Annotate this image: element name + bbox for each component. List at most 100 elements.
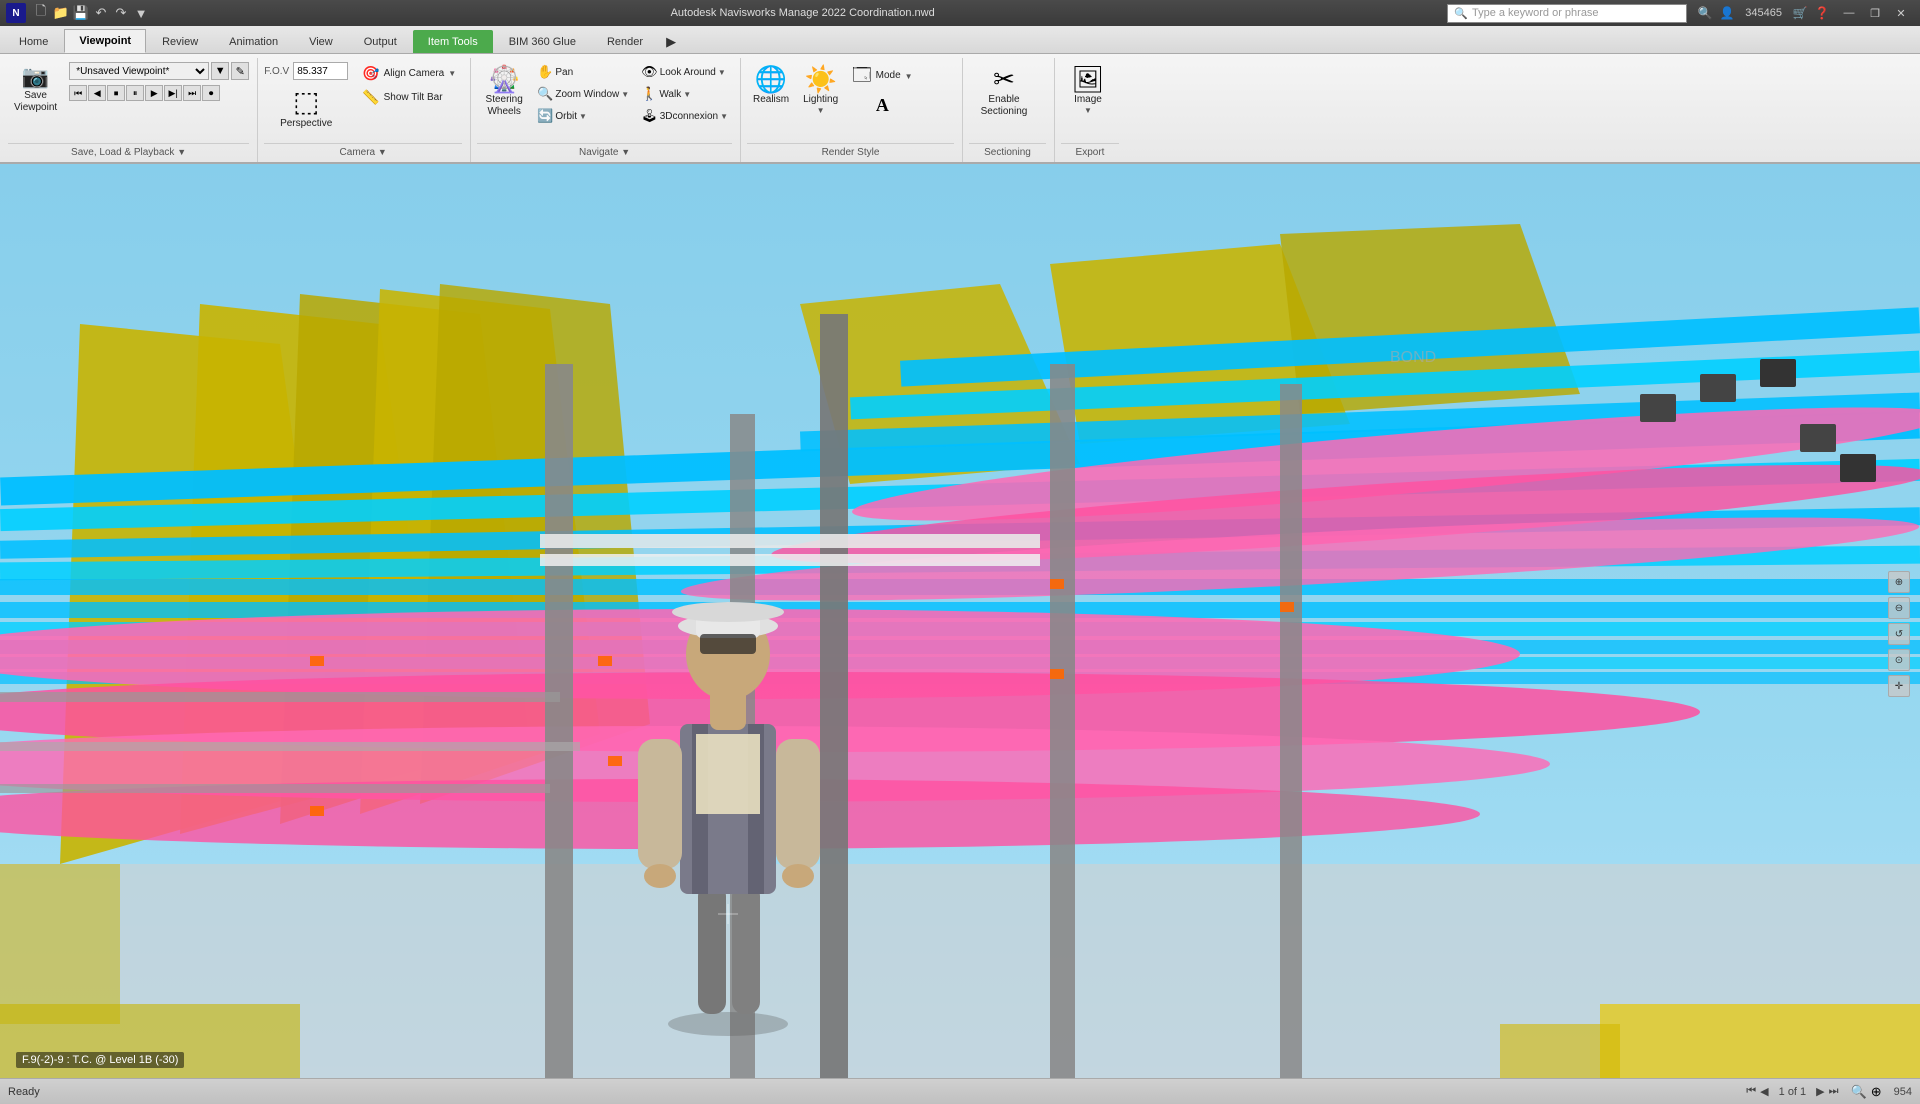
zoom-out-btn[interactable]: 🔍 — [1851, 1084, 1867, 1100]
tilt-bar-label: Show Tilt Bar — [384, 92, 443, 103]
quick-access-toolbar: 🗋 📁 💾 ↶ ↷ ▼ — [32, 4, 150, 22]
playback-controls: ⏮ ◀ ⏹ ⏸ ▶ ▶| ⏭ ⏺ — [69, 85, 249, 101]
section-label-camera: Camera ▼ — [264, 143, 462, 160]
pb-record[interactable]: ⏺ — [202, 85, 220, 101]
tab-extra[interactable]: ▶ — [659, 30, 683, 53]
view-zoom-out-btn[interactable]: ⊖ — [1888, 597, 1910, 619]
orbit-icon: 🔄 — [537, 108, 553, 124]
perspective-btn[interactable]: ⬚ Perspective — [271, 83, 341, 135]
section-render-style: 🌐 Realism ☀️ Lighting ▼ 🗔 Mode ▼ A Rende… — [743, 58, 963, 162]
pb-stop[interactable]: ⏹ — [107, 85, 125, 101]
export-tools: 🖼 Image ▼ — [1061, 60, 1115, 143]
image-export-label: Image — [1074, 94, 1102, 106]
lighting-btn[interactable]: ☀️ Lighting ▼ — [797, 62, 844, 119]
navigate-tools: 🎡 SteeringWheels ✋ Pan 🔍 Zoom Window ▼ � — [477, 60, 732, 143]
qa-new[interactable]: 🗋 — [32, 4, 50, 22]
tab-review[interactable]: Review — [147, 30, 213, 53]
close-btn[interactable]: ✕ — [1888, 3, 1914, 23]
orbit-btn[interactable]: 🔄 Orbit ▼ — [533, 106, 633, 126]
pb-next[interactable]: ▶| — [164, 85, 182, 101]
cart-icon[interactable]: 🛒 — [1790, 3, 1810, 23]
help-btn[interactable]: ❓ — [1812, 3, 1832, 23]
page-nav-first[interactable]: ⏮ — [1746, 1085, 1756, 1098]
user-icon[interactable]: 👤 — [1717, 3, 1737, 23]
window-title: Autodesk Navisworks Manage 2022 Coordina… — [158, 7, 1447, 19]
realism-icon: 🌐 — [755, 66, 787, 92]
user-id: 345465 — [1745, 7, 1782, 19]
search-box[interactable]: 🔍 Type a keyword or phrase — [1447, 4, 1687, 23]
status-bar: Ready ⏮ ◀ 1 of 1 ▶ ⏭ 🔍 ⊕ 954 — [0, 1078, 1920, 1104]
view-crosshair-btn[interactable]: ✛ — [1888, 675, 1910, 697]
help-search-btn[interactable]: 🔍 — [1695, 3, 1715, 23]
sectioning-tools: ✂ EnableSectioning — [969, 60, 1039, 143]
viewpoint-menu-btn[interactable]: ▼ — [211, 62, 229, 80]
page-nav-next[interactable]: ▶ — [1816, 1085, 1824, 1098]
view-fit-btn[interactable]: ⊕ — [1888, 571, 1910, 593]
minimize-btn[interactable]: — — [1836, 3, 1862, 23]
status-ready: Ready — [8, 1086, 1746, 1098]
tab-bim360[interactable]: BIM 360 Glue — [494, 30, 591, 53]
image-export-btn[interactable]: 🖼 Image ▼ — [1061, 62, 1115, 119]
view-center-btn[interactable]: ⊙ — [1888, 649, 1910, 671]
qa-undo[interactable]: ↶ — [92, 4, 110, 22]
tab-render[interactable]: Render — [592, 30, 658, 53]
enable-sectioning-btn[interactable]: ✂ EnableSectioning — [969, 62, 1039, 122]
zoom-window-btn[interactable]: 🔍 Zoom Window ▼ — [533, 84, 633, 104]
steering-wheels-btn[interactable]: 🎡 SteeringWheels — [477, 62, 531, 122]
qa-open[interactable]: 📁 — [52, 4, 70, 22]
camera-tools: F.O.V ⬚ Perspective 🎯 Align Camera ▼ 📏 S… — [264, 60, 462, 143]
nav-col-right: 👁 Look Around ▼ 🚶 Walk ▼ 🕹 3Dconnexion ▼ — [637, 62, 732, 126]
tab-view[interactable]: View — [294, 30, 348, 53]
qa-redo[interactable]: ↷ — [112, 4, 130, 22]
page-nav-prev[interactable]: ◀ — [1760, 1085, 1768, 1098]
fov-row: F.O.V — [264, 62, 348, 80]
walk-btn[interactable]: 🚶 Walk ▼ — [637, 84, 732, 104]
realism-btn[interactable]: 🌐 Realism — [747, 62, 795, 110]
qa-save[interactable]: 💾 — [72, 4, 90, 22]
walk-arrow: ▼ — [683, 90, 691, 99]
section-sectioning: ✂ EnableSectioning Sectioning — [965, 58, 1055, 162]
viewport[interactable]: BOND F.9(-2)-9 : T.C. @ Level 1B (-30) ⊕… — [0, 164, 1920, 1104]
zoom-window-label: Zoom Window — [555, 89, 619, 100]
fov-input[interactable] — [293, 62, 348, 80]
pb-pause[interactable]: ⏸ — [126, 85, 144, 101]
look-around-icon: 👁 — [641, 64, 658, 80]
restore-btn[interactable]: ❐ — [1862, 3, 1888, 23]
zoom-window-icon: 🔍 — [537, 86, 553, 102]
pb-first[interactable]: ⏮ — [69, 85, 87, 101]
look-around-btn[interactable]: 👁 Look Around ▼ — [637, 62, 732, 82]
pb-play[interactable]: ▶ — [145, 85, 163, 101]
zoom-arrow: ▼ — [621, 90, 629, 99]
page-nav-last[interactable]: ⏭ — [1829, 1085, 1839, 1098]
save-viewpoint-btn[interactable]: 📷 SaveViewpoint — [8, 62, 63, 118]
viewpoint-select[interactable]: *Unsaved Viewpoint* — [69, 62, 209, 80]
orbit-arrow: ▼ — [579, 112, 587, 121]
tab-animation[interactable]: Animation — [214, 30, 293, 53]
pan-btn[interactable]: ✋ Pan — [533, 62, 633, 82]
perspective-icon: ⬚ — [293, 88, 319, 116]
section-label-render-style: Render Style — [747, 143, 954, 160]
image-export-icon: 🖼 — [1071, 66, 1104, 92]
navigate-group: ✋ Pan 🔍 Zoom Window ▼ 🔄 Orbit ▼ — [533, 62, 732, 126]
text-style-btn[interactable]: A — [870, 92, 895, 120]
steering-wheels-label: SteeringWheels — [486, 94, 523, 118]
zoom-level: 954 — [1894, 1086, 1912, 1098]
show-tilt-bar-btn[interactable]: 📏 Show Tilt Bar — [356, 86, 462, 109]
tab-item-tools[interactable]: Item Tools — [413, 30, 493, 53]
walk-label: Walk — [659, 89, 681, 100]
mode-btn[interactable]: 🗔 Mode ▼ — [846, 62, 918, 90]
tab-output[interactable]: Output — [349, 30, 412, 53]
zoom-in-btn[interactable]: ⊕ — [1871, 1084, 1882, 1100]
window-controls: — ❐ ✕ — [1836, 3, 1914, 23]
pb-last[interactable]: ⏭ — [183, 85, 201, 101]
save-load-tools: 📷 SaveViewpoint *Unsaved Viewpoint* ▼ ✎ … — [8, 60, 249, 143]
align-camera-btn[interactable]: 🎯 Align Camera ▼ — [356, 62, 462, 85]
view-rotate-btn[interactable]: ↺ — [1888, 623, 1910, 645]
tab-viewpoint[interactable]: Viewpoint — [64, 29, 146, 53]
save-viewpoint-icon: 📷 — [22, 66, 49, 88]
qa-dropdown[interactable]: ▼ — [132, 4, 150, 22]
viewpoint-edit-btn[interactable]: ✎ — [231, 62, 249, 80]
pb-prev[interactable]: ◀ — [88, 85, 106, 101]
tab-home[interactable]: Home — [4, 30, 63, 53]
3dconnexion-btn[interactable]: 🕹 3Dconnexion ▼ — [637, 106, 732, 126]
